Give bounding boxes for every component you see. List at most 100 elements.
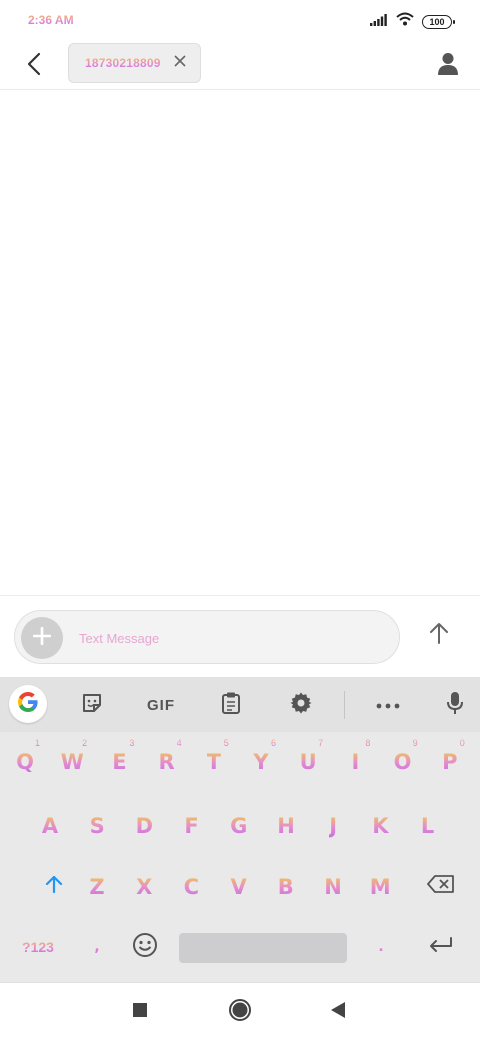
key-number-hint: 6 xyxy=(270,738,276,748)
settings-icon xyxy=(289,691,313,720)
enter-icon xyxy=(428,936,454,958)
key-label: Z xyxy=(89,875,105,899)
key-d[interactable]: D xyxy=(121,801,167,851)
more-icon xyxy=(376,696,400,714)
key-f[interactable]: F xyxy=(169,801,215,851)
attach-button[interactable] xyxy=(21,617,63,659)
key-label: H xyxy=(277,814,295,838)
sticker-icon xyxy=(81,692,103,719)
key-label: R xyxy=(158,750,175,774)
key-label: F xyxy=(184,814,199,838)
key-number-hint: 5 xyxy=(223,738,229,748)
status-icons: 100 xyxy=(370,12,455,31)
key-label: N xyxy=(324,875,342,899)
backspace-icon xyxy=(427,874,455,898)
key-number-hint: 1 xyxy=(34,738,40,748)
conversation-header: 18730218809 xyxy=(0,42,480,90)
key-label: D xyxy=(135,814,154,838)
key-label: A xyxy=(41,814,59,838)
person-icon xyxy=(438,52,458,81)
key-g[interactable]: G xyxy=(216,801,262,851)
emoji-key[interactable] xyxy=(124,925,166,969)
shift-key[interactable] xyxy=(34,862,74,910)
sticker-button[interactable] xyxy=(73,686,111,724)
key-o[interactable]: O9 xyxy=(380,737,426,787)
key-k[interactable]: K xyxy=(357,801,403,851)
shift-arrow-icon xyxy=(44,874,64,899)
key-m[interactable]: M xyxy=(357,862,403,912)
key-n[interactable]: N xyxy=(310,862,356,912)
key-label: P xyxy=(442,750,458,774)
square-icon xyxy=(132,1002,148,1023)
back-button[interactable] xyxy=(18,50,50,82)
conversation-area xyxy=(0,91,480,595)
key-label: U xyxy=(299,750,317,774)
enter-key[interactable] xyxy=(418,925,464,969)
key-a[interactable]: A xyxy=(27,801,73,851)
key-number-hint: 0 xyxy=(459,738,465,748)
period-key[interactable]: . xyxy=(368,925,394,969)
more-options-button[interactable] xyxy=(369,686,407,724)
status-time: 2:36 AM xyxy=(28,13,74,27)
comma-key[interactable]: , xyxy=(84,925,110,969)
key-q[interactable]: Q1 xyxy=(2,737,48,787)
remove-recipient-button[interactable] xyxy=(172,55,188,71)
chevron-left-icon xyxy=(27,52,41,81)
recipient-number: 18730218809 xyxy=(85,56,161,70)
key-x[interactable]: X xyxy=(121,862,167,912)
voice-input-button[interactable] xyxy=(436,686,474,724)
contact-button[interactable] xyxy=(430,48,466,84)
close-icon xyxy=(174,54,186,72)
key-b[interactable]: B xyxy=(263,862,309,912)
toolbar-divider xyxy=(344,691,345,719)
backspace-key[interactable] xyxy=(418,862,464,910)
message-input-container xyxy=(14,610,400,664)
key-label: W xyxy=(60,750,84,774)
keyboard-settings-button[interactable] xyxy=(282,686,320,724)
keyboard-toolbar: GIF xyxy=(0,677,480,732)
key-s[interactable]: S xyxy=(74,801,120,851)
key-number-hint: 2 xyxy=(82,738,88,748)
wifi-icon xyxy=(396,12,414,31)
symbols-key[interactable]: ?123 xyxy=(14,925,62,969)
key-w[interactable]: W2 xyxy=(49,737,95,787)
key-z[interactable]: Z xyxy=(74,862,120,912)
google-search-button[interactable] xyxy=(9,685,47,723)
plus-icon xyxy=(32,626,52,650)
key-j[interactable]: J xyxy=(310,801,356,851)
key-e[interactable]: E3 xyxy=(96,737,142,787)
comma-label: , xyxy=(94,939,100,955)
key-u[interactable]: U7 xyxy=(285,737,331,787)
mic-icon xyxy=(446,691,464,720)
key-number-hint: 7 xyxy=(318,738,324,748)
key-l[interactable]: L xyxy=(405,801,451,851)
key-label: J xyxy=(329,814,338,838)
home-circle-icon xyxy=(228,998,252,1027)
key-v[interactable]: V xyxy=(216,862,262,912)
recents-button[interactable] xyxy=(124,996,156,1028)
key-h[interactable]: H xyxy=(263,801,309,851)
key-label: K xyxy=(372,814,389,838)
clipboard-button[interactable] xyxy=(212,686,250,724)
clipboard-icon xyxy=(221,691,241,720)
key-i[interactable]: I8 xyxy=(332,737,378,787)
key-number-hint: 3 xyxy=(129,738,135,748)
key-c[interactable]: C xyxy=(168,862,214,912)
key-p[interactable]: P0 xyxy=(427,737,473,787)
recipient-chip[interactable]: 18730218809 xyxy=(68,43,201,83)
emoji-icon xyxy=(132,932,158,963)
key-label: S xyxy=(89,814,105,838)
key-label: E xyxy=(112,750,127,774)
back-nav-button[interactable] xyxy=(322,996,354,1028)
send-button[interactable] xyxy=(422,618,456,652)
space-key[interactable] xyxy=(179,933,347,963)
key-label: T xyxy=(206,750,221,774)
key-number-hint: 9 xyxy=(412,738,418,748)
message-input[interactable] xyxy=(79,628,379,648)
gif-button[interactable]: GIF xyxy=(138,686,184,724)
key-label: M xyxy=(369,875,391,899)
home-button[interactable] xyxy=(224,996,256,1028)
key-r[interactable]: R4 xyxy=(144,737,190,787)
key-t[interactable]: T5 xyxy=(191,737,237,787)
key-y[interactable]: Y6 xyxy=(238,737,284,787)
